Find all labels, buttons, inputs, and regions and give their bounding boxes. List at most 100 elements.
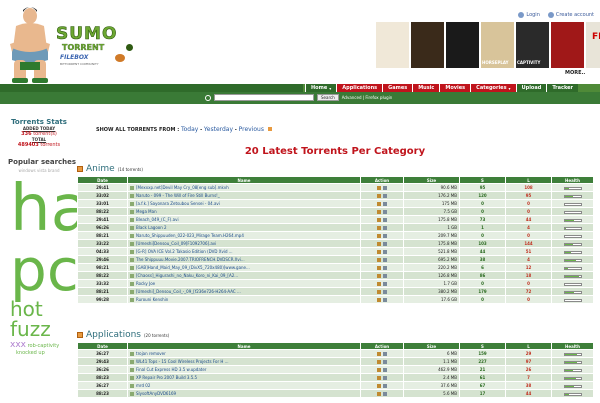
download-icon[interactable]	[377, 250, 381, 254]
row-name[interactable]: [Mexxxp.net]Devil May Cry_08[eng sub].mk…	[136, 185, 229, 190]
row-name[interactable]: [GAB]Hand_Maid_May_09_(DivX5_720x480)[ww…	[136, 265, 250, 270]
movie-poster[interactable]	[411, 22, 444, 68]
column-header-s[interactable]: S	[459, 342, 506, 350]
row-name-cell[interactable]: SlysoftAnyDVD6169	[127, 389, 361, 398]
nav-item-tracker[interactable]: Tracker	[546, 84, 579, 92]
magnet-icon[interactable]	[383, 266, 387, 270]
row-name[interactable]: XP Repair Pro 2007 Build 3.5.5	[136, 375, 197, 380]
row-name[interactable]: Naruto - 099 - The Will of Fire Still Bu…	[136, 193, 220, 198]
more-posters-link[interactable]: MORE..	[565, 70, 585, 76]
movie-poster[interactable]: FIDO	[586, 22, 600, 68]
row-name[interactable]: [G-R] OVA ICE Vol.2 Takasio Edition (DVD…	[136, 249, 233, 254]
column-header-date[interactable]: Date	[77, 176, 128, 184]
row-name-cell[interactable]: Mega Man	[127, 207, 361, 216]
row-name-cell[interactable]: [GAB]Hand_Maid_May_09_(DivX5_720x480)[ww…	[127, 263, 361, 272]
row-name-cell[interactable]: Naruto - 099 - The Will of Fire Still Bu…	[127, 191, 361, 200]
row-name-cell[interactable]: [Mexxxp.net]Devil May Cry_08[eng sub].mk…	[127, 183, 361, 192]
column-header-action[interactable]: Action	[360, 176, 404, 184]
column-header-name[interactable]: Name	[127, 342, 361, 350]
download-icon[interactable]	[377, 352, 381, 356]
row-name-cell[interactable]: [Umeshi]Densou_Coil_09[F1092706].avi	[127, 239, 361, 248]
magnet-icon[interactable]	[383, 282, 387, 286]
row-name-cell[interactable]: The Shippuuu.Movie.2007.TRIOFRENCH.DVDSC…	[127, 255, 361, 264]
magnet-icon[interactable]	[383, 234, 387, 238]
row-name[interactable]: Mega Man	[136, 209, 157, 214]
tag-ha[interactable]: ha	[10, 177, 90, 241]
magnet-icon[interactable]	[383, 258, 387, 262]
column-header-health[interactable]: Health	[551, 342, 594, 350]
magnet-icon[interactable]	[383, 226, 387, 230]
tag-pc[interactable]: pc	[10, 241, 79, 299]
movie-poster[interactable]: HORSEPLAY	[481, 22, 514, 68]
column-header-l[interactable]: L	[505, 342, 552, 350]
download-icon[interactable]	[377, 376, 381, 380]
download-icon[interactable]	[377, 298, 381, 302]
tag-fuzz[interactable]: fuzz	[10, 319, 78, 339]
column-header-size[interactable]: Size	[403, 176, 460, 184]
row-name-cell[interactable]: WL41 Tops - 15 Cool Wireless Projects Fo…	[127, 357, 361, 366]
magnet-icon[interactable]	[383, 194, 387, 198]
magnet-icon[interactable]	[383, 360, 387, 364]
tag-rob-captivity[interactable]: rob-captivity	[28, 343, 60, 349]
tag-xxx[interactable]: xxx	[10, 340, 26, 350]
download-icon[interactable]	[377, 202, 381, 206]
row-name-cell[interactable]: XP Repair Pro 2007 Build 3.5.5	[127, 373, 361, 382]
row-name-cell[interactable]: Bleach_049_(C_F).avi	[127, 215, 361, 224]
magnet-icon[interactable]	[383, 384, 387, 388]
row-name[interactable]: Rurouni Kenshin	[136, 297, 168, 302]
row-name[interactable]: [a.f.k.] Sayonara Zetsubou Sensei - 04.a…	[136, 201, 220, 206]
row-name[interactable]: [Umeshi]Densou_Coil_09[F1092706].avi	[136, 241, 216, 246]
download-icon[interactable]	[377, 226, 381, 230]
create-account-link[interactable]: Create account	[547, 12, 594, 18]
row-name[interactable]: trojan remover	[136, 351, 166, 356]
column-header-size[interactable]: Size	[403, 342, 460, 350]
tag-knocked-up[interactable]: knocked up	[16, 350, 78, 356]
magnet-icon[interactable]	[383, 290, 387, 294]
row-name-cell[interactable]: Final Cut Express HD 3.5 w.updater	[127, 365, 361, 374]
login-link[interactable]: Login	[518, 12, 540, 18]
section-title[interactable]: Anime	[86, 164, 115, 174]
nav-item-music[interactable]: Music	[412, 84, 440, 92]
download-icon[interactable]	[377, 258, 381, 262]
download-icon[interactable]	[377, 266, 381, 270]
download-icon[interactable]	[377, 194, 381, 198]
search-input[interactable]	[214, 94, 314, 101]
magnet-icon[interactable]	[383, 218, 387, 222]
magnet-icon[interactable]	[383, 274, 387, 278]
row-name-cell[interactable]: trojan remover	[127, 349, 361, 358]
download-icon[interactable]	[377, 282, 381, 286]
download-icon[interactable]	[377, 360, 381, 364]
row-name-cell[interactable]: [Umeshi]_Densou_Coil_-_09_[f236e726-H264…	[127, 287, 361, 296]
filter-yesterday[interactable]: Yesterday	[204, 126, 233, 133]
row-name[interactable]: The Shippuuu.Movie.2007.TRIOFRENCH.DVDSC…	[136, 257, 245, 262]
download-icon[interactable]	[377, 368, 381, 372]
filter-today[interactable]: Today	[181, 126, 198, 133]
row-name-cell[interactable]: Rurouni Kenshin	[127, 295, 361, 304]
magnet-icon[interactable]	[383, 392, 387, 396]
download-icon[interactable]	[377, 242, 381, 246]
magnet-icon[interactable]	[383, 298, 387, 302]
search-button[interactable]: Search	[317, 94, 339, 101]
column-header-action[interactable]: Action	[360, 342, 404, 350]
nav-item-games[interactable]: Games	[382, 84, 413, 92]
nav-item-home[interactable]: Home ▾	[305, 84, 337, 92]
row-name-cell[interactable]: Rocky Joe	[127, 279, 361, 288]
magnet-icon[interactable]	[383, 352, 387, 356]
column-header-l[interactable]: L	[505, 176, 552, 184]
row-name-cell[interactable]: [Chaoss]_Higurashi_no_Naku_Koro_ni_Kai_0…	[127, 271, 361, 280]
row-name[interactable]: Final Cut Express HD 3.5 w.updater	[136, 367, 206, 372]
magnet-icon[interactable]	[383, 186, 387, 190]
download-icon[interactable]	[377, 274, 381, 278]
row-name[interactable]: SlysoftAnyDVD6169	[136, 391, 176, 396]
download-icon[interactable]	[377, 210, 381, 214]
download-icon[interactable]	[377, 218, 381, 222]
rss-icon[interactable]	[267, 127, 272, 131]
nav-item-movies[interactable]: Movies	[439, 84, 471, 92]
download-icon[interactable]	[377, 186, 381, 190]
nav-item-categories[interactable]: Categories ▾	[470, 84, 516, 92]
row-name[interactable]: [Chaoss]_Higurashi_no_Naku_Koro_ni_Kai_0…	[136, 273, 238, 278]
row-name[interactable]: Rocky Joe	[136, 281, 155, 286]
download-icon[interactable]	[377, 392, 381, 396]
row-name[interactable]: [Umeshi]_Densou_Coil_-_09_[f236e726-H264…	[136, 289, 241, 294]
row-name-cell[interactable]: [G-R] OVA ICE Vol.2 Takasio Edition (DVD…	[127, 247, 361, 256]
